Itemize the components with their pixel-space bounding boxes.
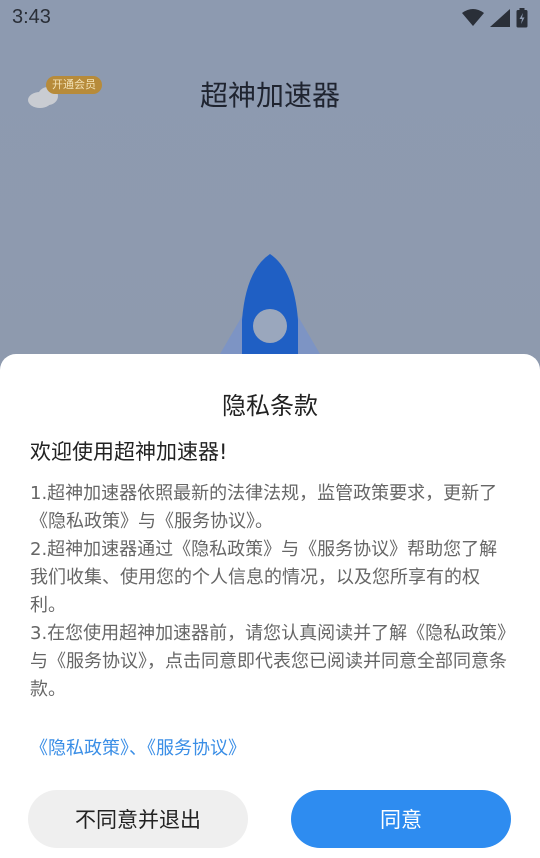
service-agreement-link[interactable]: 《服务协议》 xyxy=(147,738,246,759)
status-time: 3:43 xyxy=(12,6,51,28)
decline-exit-button[interactable]: 不同意并退出 xyxy=(28,790,248,848)
wifi-icon xyxy=(462,9,484,26)
status-bar: 3:43 xyxy=(0,0,540,36)
policy-links: 《隐私政策》、《服务协议》 xyxy=(30,734,246,760)
signal-icon xyxy=(490,9,510,27)
privacy-policy-link[interactable]: 《隐私政策》 xyxy=(30,738,129,759)
paragraph-3: 3.在您使用超神加速器前，请您认真阅读并了解《隐私政策》与《服务协议》，点击同意… xyxy=(30,623,507,700)
status-icons xyxy=(462,6,528,30)
dialog-title: 隐私条款 xyxy=(222,392,318,420)
agree-button[interactable]: 同意 xyxy=(291,790,511,848)
paragraph-1: 1.超神加速器依照最新的法律法规，监管政策要求，更新了《隐私政策》与《服务协议》… xyxy=(30,483,498,532)
dialog-body: 1.超神加速器依照最新的法律法规，监管政策要求，更新了《隐私政策》与《服务协议》… xyxy=(30,480,512,704)
privacy-dialog: 隐私条款 欢迎使用超神加速器! 1.超神加速器依照最新的法律法规，监管政策要求，… xyxy=(0,354,540,858)
rocket-icon xyxy=(220,254,320,360)
paragraph-2: 2.超神加速器通过《隐私政策》与《服务协议》帮助您了解我们收集、使用您的个人信息… xyxy=(30,539,498,616)
link-separator: 、 xyxy=(129,738,147,759)
battery-icon xyxy=(516,8,528,28)
app-title: 超神加速器 xyxy=(199,79,340,112)
welcome-text: 欢迎使用超神加速器! xyxy=(30,440,228,464)
